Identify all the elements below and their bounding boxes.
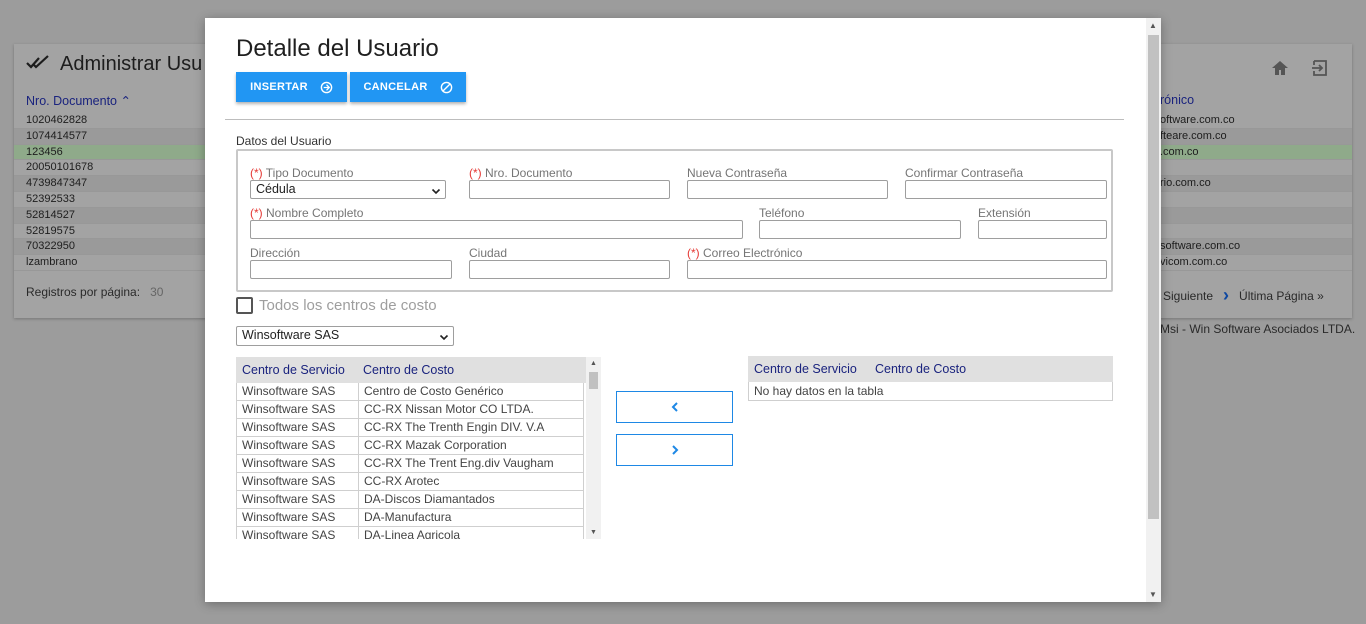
extension-input[interactable] — [978, 220, 1107, 239]
direccion-input[interactable] — [250, 260, 452, 279]
table-row[interactable]: Winsoftware SAS Centro de Costo Genérico — [236, 383, 584, 401]
scroll-up-icon[interactable]: ▲ — [1149, 21, 1157, 30]
column-header-centro-servicio[interactable]: Centro de Servicio — [748, 362, 875, 376]
section-label: Datos del Usuario — [236, 134, 332, 148]
scroll-down-icon[interactable]: ▼ — [1149, 590, 1157, 599]
tipo-documento-label: (*) Tipo Documento — [250, 166, 354, 180]
column-header-centro-costo[interactable]: Centro de Costo — [875, 362, 966, 376]
background-title: Administrar Usu — [26, 53, 202, 76]
scroll-up-icon[interactable]: ▲ — [590, 360, 597, 367]
confirmar-contrasena-input[interactable] — [905, 180, 1107, 199]
header-divider — [225, 119, 1124, 120]
home-icon[interactable] — [1270, 58, 1290, 83]
background-column-header-correo[interactable]: rónico — [1160, 93, 1194, 107]
confirmar-contrasena-label: Confirmar Contraseña — [905, 166, 1024, 180]
ciudad-input[interactable] — [469, 260, 670, 279]
todos-centros-checkbox[interactable]: Todos los centros de costo — [236, 297, 437, 314]
page-size-control: Registros por página: 30 ⌄ — [26, 285, 218, 299]
page-size-select[interactable]: 30 — [150, 285, 198, 299]
extension-label: Extensión — [978, 206, 1031, 220]
user-detail-modal: ▲ ▼ Detalle del Usuario INSERTAR CANCELA… — [205, 18, 1161, 602]
pagination: Siguiente › Última Página » — [1163, 285, 1324, 306]
table-row[interactable]: Winsoftware SAS CC-RX Arotec — [236, 473, 584, 491]
nro-documento-input[interactable] — [469, 180, 670, 199]
modal-scrollbar[interactable]: ▲ ▼ — [1146, 18, 1161, 602]
chevron-right-icon[interactable]: › — [1223, 285, 1229, 306]
table-row[interactable]: Winsoftware SAS CC-RX Mazak Corporation — [236, 437, 584, 455]
background-toolbar — [1270, 58, 1330, 83]
move-right-button[interactable] — [616, 434, 733, 466]
block-icon — [440, 81, 453, 94]
scrollbar-thumb[interactable] — [589, 372, 598, 389]
table-header: Centro de Servicio Centro de Costo — [748, 356, 1113, 382]
column-header-centro-servicio[interactable]: Centro de Servicio — [236, 363, 358, 377]
last-page-link[interactable]: Última Página » — [1239, 289, 1324, 303]
tipo-documento-select[interactable]: Cédula — [250, 180, 446, 199]
scroll-down-icon[interactable]: ▼ — [590, 529, 597, 536]
user-data-fieldset: (*) Tipo Documento Cédula (*) Nro. Docum… — [236, 149, 1113, 292]
modal-title: Detalle del Usuario — [236, 35, 439, 62]
table-header: Centro de Servicio Centro de Costo — [236, 357, 601, 383]
table-row[interactable]: Winsoftware SAS DA-Manufactura — [236, 509, 584, 527]
double-check-icon — [26, 54, 50, 75]
move-left-button[interactable] — [616, 391, 733, 423]
table-row[interactable]: Winsoftware SAS DA-Discos Diamantados — [236, 491, 584, 509]
nueva-contrasena-label: Nueva Contraseña — [687, 166, 788, 180]
chevron-down-icon — [431, 184, 441, 195]
telefono-input[interactable] — [759, 220, 961, 239]
correo-input[interactable] — [687, 260, 1107, 279]
direccion-label: Dirección — [250, 246, 301, 260]
table-row[interactable]: Winsoftware SAS CC-RX The Trenth Engin DI… — [236, 419, 584, 437]
table-scrollbar[interactable]: ▲ ▼ — [586, 357, 601, 539]
checkbox[interactable] — [236, 297, 253, 314]
insert-button[interactable]: INSERTAR — [236, 72, 347, 102]
scrollbar-thumb[interactable] — [1148, 35, 1159, 519]
footer-text: Msi - Win Software Asociados LTDA. — [1160, 322, 1356, 336]
sort-up-icon: ⌃ — [120, 94, 131, 108]
empty-table-message: No hay datos en la tabla — [748, 382, 1113, 401]
chevron-right-icon — [671, 445, 678, 455]
nombre-completo-input[interactable] — [250, 220, 743, 239]
chevron-down-icon — [439, 330, 449, 341]
cancel-button[interactable]: CANCELAR — [350, 72, 466, 102]
chevron-left-icon — [671, 402, 678, 412]
nueva-contrasena-input[interactable] — [687, 180, 888, 199]
next-page-link[interactable]: Siguiente — [1163, 289, 1213, 303]
column-header-centro-costo[interactable]: Centro de Costo — [358, 363, 454, 377]
logout-icon[interactable] — [1310, 58, 1330, 83]
correo-label: (*) Correo Electrónico — [687, 246, 803, 260]
assigned-cost-centers-table: Centro de Servicio Centro de Costo No ha… — [748, 356, 1113, 401]
background-column-header-documento[interactable]: Nro. Documento ⌃ — [26, 93, 131, 108]
nro-documento-label: (*) Nro. Documento — [469, 166, 573, 180]
add-circle-icon — [320, 81, 333, 94]
company-select[interactable]: Winsoftware SAS — [236, 326, 454, 346]
table-row[interactable]: Winsoftware SAS CC-RX The Trent Eng.div V… — [236, 455, 584, 473]
available-cost-centers-table: Centro de Servicio Centro de Costo Winso… — [236, 357, 601, 539]
nombre-completo-label: (*) Nombre Completo — [250, 206, 364, 220]
telefono-label: Teléfono — [759, 206, 805, 220]
table-row[interactable]: Winsoftware SAS DA-Linea Agricola — [236, 527, 584, 539]
ciudad-label: Ciudad — [469, 246, 508, 260]
table-row[interactable]: Winsoftware SAS CC-RX Nissan Motor CO LTD… — [236, 401, 584, 419]
